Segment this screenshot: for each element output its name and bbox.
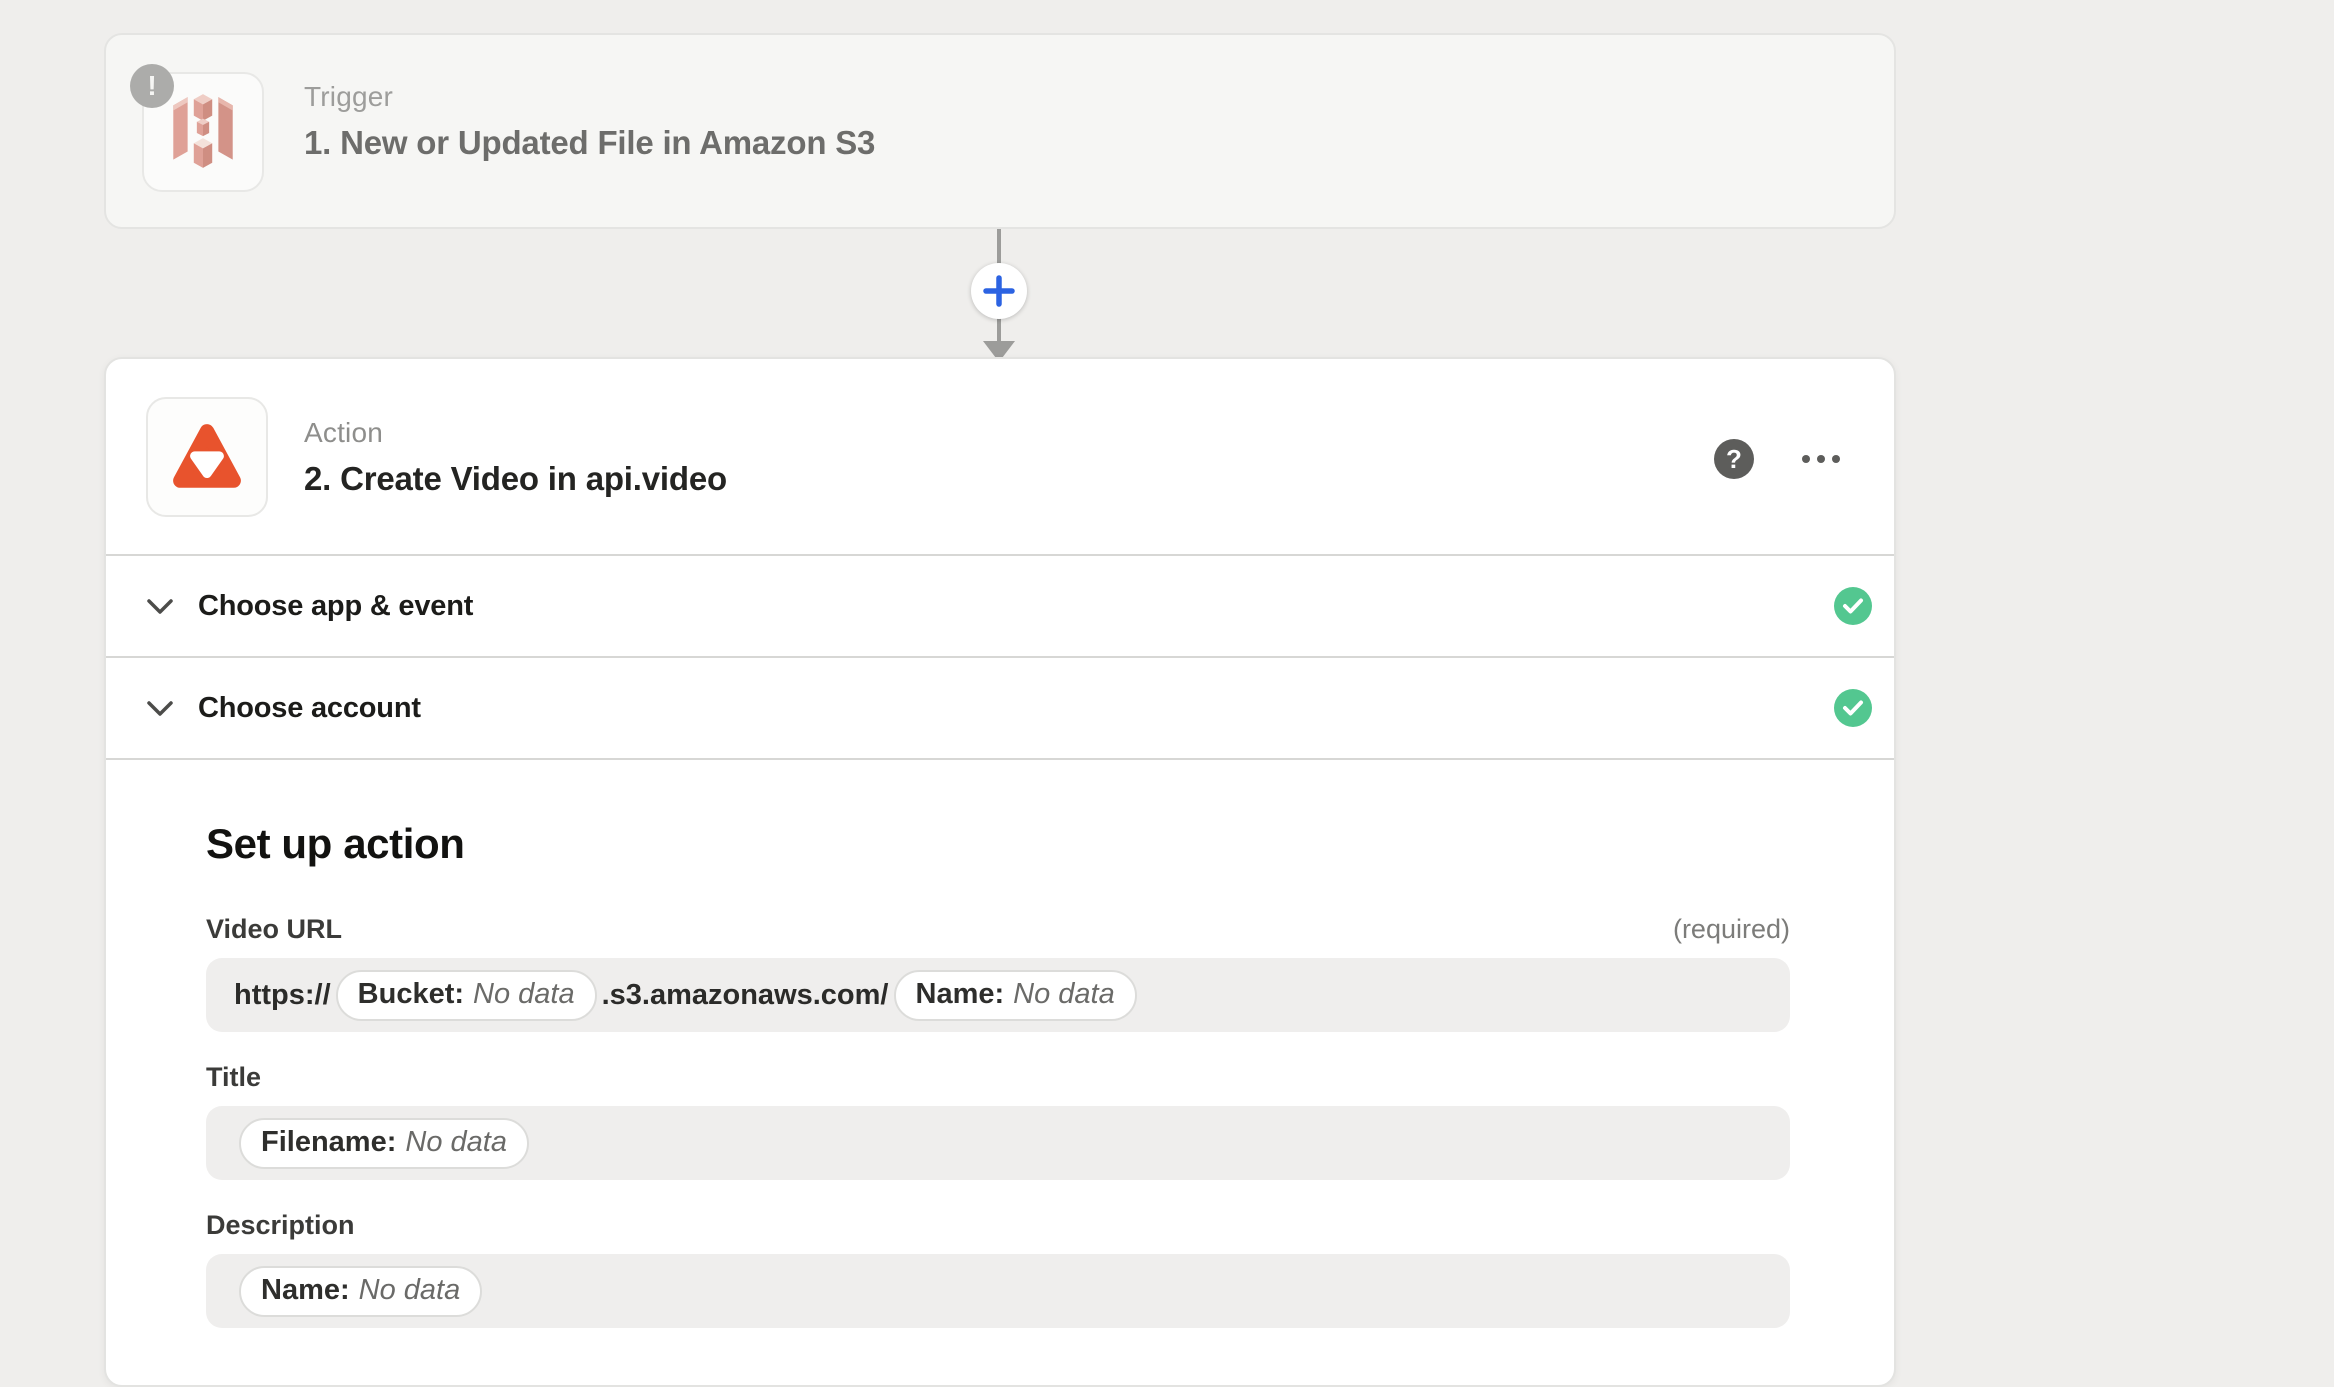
api-video-icon: [171, 419, 243, 495]
help-button[interactable]: ?: [1714, 439, 1754, 479]
url-prefix-text: https://: [234, 979, 331, 1012]
action-step-card: Action 2. Create Video in api.video ? Ch…: [104, 357, 1896, 1387]
mapped-field-pill-name[interactable]: Name: No data: [239, 1266, 482, 1317]
action-card-header[interactable]: Action 2. Create Video in api.video ?: [106, 359, 1894, 556]
pill-value: No data: [473, 978, 575, 1011]
amazon-s3-icon: [169, 90, 237, 174]
section-label: Choose app & event: [198, 590, 473, 623]
required-note: (required): [1673, 914, 1790, 945]
section-choose-account[interactable]: Choose account: [106, 658, 1894, 760]
action-title: 2. Create Video in api.video: [304, 460, 727, 498]
field-label: Title: [206, 1062, 261, 1093]
section-choose-app-event[interactable]: Choose app & event: [106, 556, 1894, 658]
chevron-down-icon: [146, 699, 174, 717]
pill-label: Name:: [916, 978, 1005, 1011]
mapped-field-pill-filename[interactable]: Filename: No data: [239, 1118, 529, 1169]
ellipsis-icon: [1802, 455, 1810, 463]
action-app-icon-tile: [146, 397, 268, 517]
pill-label: Name:: [261, 1274, 350, 1307]
setup-action-section: Set up action Video URL (required) https…: [106, 760, 1894, 1328]
trigger-title: 1. New or Updated File in Amazon S3: [304, 124, 875, 162]
ellipsis-icon: [1817, 455, 1825, 463]
field-title: Title Filename: No data: [206, 1062, 1790, 1180]
trigger-kicker: Trigger: [304, 81, 875, 113]
section-label: Choose account: [198, 692, 421, 725]
title-input[interactable]: Filename: No data: [206, 1106, 1790, 1180]
pill-label: Filename:: [261, 1126, 396, 1159]
section-complete-check-icon: [1834, 689, 1872, 727]
trigger-step-card[interactable]: ! Trigger 1. New or Updated File in A: [104, 33, 1896, 229]
pill-value: No data: [405, 1126, 507, 1159]
url-suffix-text: .s3.amazonaws.com/: [602, 979, 889, 1012]
section-complete-check-icon: [1834, 587, 1872, 625]
description-input[interactable]: Name: No data: [206, 1254, 1790, 1328]
pill-value: No data: [1013, 978, 1115, 1011]
field-label: Video URL: [206, 914, 342, 945]
field-video-url: Video URL (required) https:// Bucket: No…: [206, 914, 1790, 1032]
mapped-field-pill-bucket[interactable]: Bucket: No data: [336, 970, 597, 1021]
chevron-down-icon: [146, 597, 174, 615]
more-options-button[interactable]: [1790, 439, 1852, 479]
plus-icon: [982, 274, 1016, 308]
field-description: Description Name: No data: [206, 1210, 1790, 1328]
action-kicker: Action: [304, 417, 727, 449]
pill-label: Bucket:: [358, 978, 464, 1011]
pill-value: No data: [359, 1274, 461, 1307]
field-label: Description: [206, 1210, 355, 1241]
add-step-button[interactable]: [971, 263, 1027, 319]
mapped-field-pill-name[interactable]: Name: No data: [894, 970, 1137, 1021]
ellipsis-icon: [1832, 455, 1840, 463]
setup-action-heading: Set up action: [206, 820, 1894, 868]
warning-badge: !: [130, 64, 174, 108]
video-url-input[interactable]: https:// Bucket: No data .s3.amazonaws.c…: [206, 958, 1790, 1032]
